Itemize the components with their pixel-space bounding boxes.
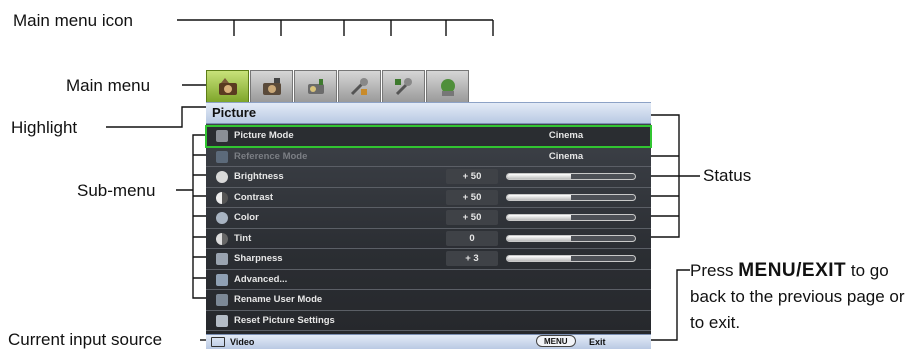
status-value: Cinema [548, 150, 584, 162]
current-input-source: Video [230, 337, 255, 347]
picture-icon [218, 77, 237, 95]
reset-icon [216, 314, 228, 327]
slider-fill [507, 235, 571, 241]
press-menu-exit-note: Press MENU/EXIT to go back to the previo… [690, 258, 923, 336]
main-menu-icon-label: Main menu icon [13, 11, 134, 30]
tab-information[interactable] [426, 70, 469, 102]
exit-label: Exit [589, 337, 606, 347]
display-icon [307, 78, 324, 94]
menu-item-label: Reference Mode [234, 150, 308, 162]
status-value: Cinema [548, 130, 584, 141]
menu-item-label: Tint [234, 232, 252, 244]
tab-picture[interactable] [206, 70, 249, 102]
sub-menu-list: Picture Mode Cinema Reference Mode Cinem… [205, 124, 652, 334]
brightness-icon [216, 171, 228, 183]
tint-slider[interactable] [506, 234, 636, 242]
color-icon [216, 212, 228, 224]
contrast-icon [216, 191, 228, 204]
menu-item-reset-picture-settings[interactable]: Reset Picture Settings [206, 311, 651, 331]
menu-item-tint[interactable]: Tint 0 [206, 229, 651, 249]
setting-value: 0 [469, 232, 475, 244]
color-slider[interactable] [506, 214, 636, 221]
information-icon [440, 78, 455, 96]
menu-item-label: Rename User Mode [234, 294, 323, 305]
menu-item-color[interactable]: Color + 50 [206, 208, 651, 229]
menu-item-reference-mode: Reference Mode Cinema [206, 147, 651, 167]
slider-fill [507, 194, 571, 200]
setup-advanced-icon [394, 77, 412, 95]
menu-item-sharpness[interactable]: Sharpness + 3 [206, 249, 651, 270]
sub-menu-label: Sub-menu [77, 181, 156, 200]
osd-menu: Picture Picture Mode Cinema Reference Mo… [205, 70, 652, 349]
menu-item-picture-mode[interactable]: Picture Mode Cinema [205, 125, 652, 148]
sharpness-icon [216, 253, 228, 265]
slider-fill [507, 215, 571, 220]
main-menu-title: Picture [206, 102, 651, 124]
setting-value: + 50 [462, 171, 482, 182]
picture-mode-icon [216, 130, 228, 142]
menu-key-button[interactable]: MENU [536, 335, 576, 347]
slider-fill [507, 174, 571, 179]
setup-basic-icon [350, 77, 368, 95]
tab-setup-advanced[interactable] [382, 70, 425, 102]
menu-item-contrast[interactable]: Contrast + 50 [206, 188, 651, 208]
menu-item-label: Advanced... [234, 273, 288, 285]
input-source-icon [211, 337, 225, 347]
status-label: Status [703, 166, 752, 185]
slider-fill [507, 256, 571, 261]
main-menu-tabs [206, 70, 470, 102]
sharpness-slider[interactable] [506, 255, 636, 262]
setting-value: + 3 [465, 253, 479, 264]
menu-item-label: Reset Picture Settings [234, 314, 335, 326]
main-menu-label: Main menu [66, 76, 151, 95]
menu-item-label: Brightness [234, 171, 284, 182]
current-input-source-label: Current input source [8, 330, 163, 349]
tab-display[interactable] [294, 70, 337, 102]
menu-item-label: Picture Mode [234, 130, 294, 141]
menu-exit-key-label: MENU/EXIT [738, 260, 847, 281]
advanced-icon [216, 273, 228, 286]
highlight-label: Highlight [11, 118, 78, 137]
reference-mode-icon [216, 150, 228, 163]
setting-value: + 50 [462, 212, 482, 223]
menu-item-label: Contrast [234, 191, 274, 203]
tint-icon [216, 232, 228, 245]
menu-item-rename-user-mode[interactable]: Rename User Mode [206, 290, 651, 311]
rename-icon [216, 294, 228, 306]
menu-item-label: Sharpness [234, 253, 283, 264]
osd-footer: Video MENU Exit [206, 334, 651, 349]
tab-setup-basic[interactable] [338, 70, 381, 102]
brightness-slider[interactable] [506, 173, 636, 180]
setting-value: + 50 [462, 191, 482, 203]
picture-advanced-icon [262, 77, 281, 95]
contrast-slider[interactable] [506, 193, 636, 201]
menu-item-label: Color [234, 212, 259, 223]
menu-item-brightness[interactable]: Brightness + 50 [206, 167, 651, 188]
press-prefix: Press [690, 261, 739, 280]
tab-picture-advanced[interactable] [250, 70, 293, 102]
menu-item-advanced[interactable]: Advanced... [206, 270, 651, 290]
